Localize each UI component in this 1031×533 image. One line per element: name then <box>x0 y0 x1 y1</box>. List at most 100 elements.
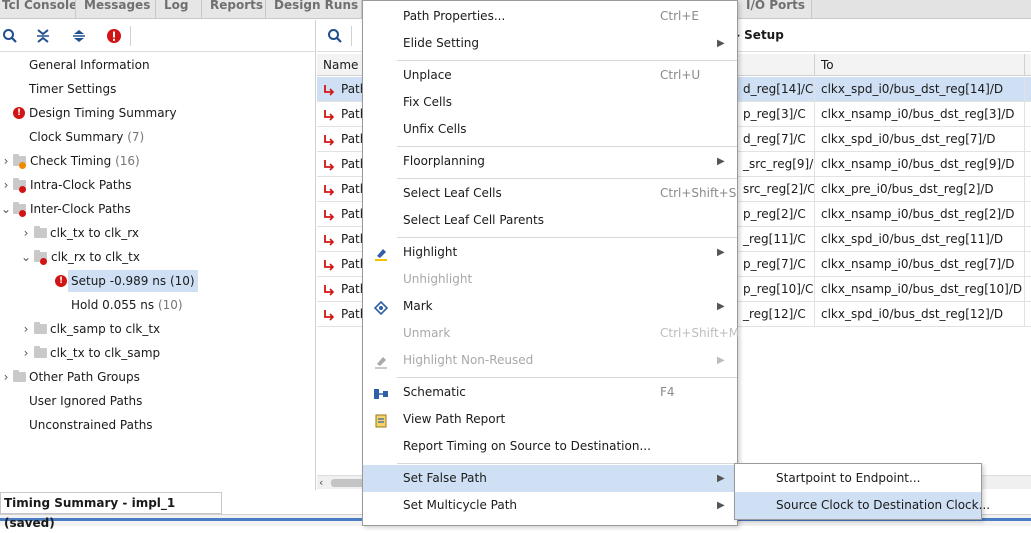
menu-item-elide-setting[interactable]: Elide Setting ▶ <box>363 30 737 57</box>
tab-messages[interactable]: Messages <box>76 0 156 18</box>
tree-item-other-path-groups[interactable]: › Other Path Groups <box>0 366 316 388</box>
expand-all-icon[interactable] <box>69 26 89 46</box>
menu-separator <box>397 237 737 238</box>
tree-item-clock-summary[interactable]: Clock Summary (7) <box>0 126 316 148</box>
menu-item-source-clock-to-destination-clock[interactable]: Source Clock to Destination Clock... <box>735 492 990 519</box>
cell-to: clkx_spd_i0/bus_dst_reg[12]/D <box>815 302 1025 326</box>
tree-item-hold[interactable]: Hold 0.055 ns (10) <box>0 294 316 316</box>
chevron-down-icon[interactable]: ⌄ <box>20 246 32 268</box>
menu-item-view-path-report[interactable]: View Path Report <box>363 406 737 433</box>
timing-path-icon <box>324 235 335 246</box>
cell-name: Path <box>317 177 363 201</box>
menu-separator <box>397 178 737 179</box>
menu-item-unfix-cells[interactable]: Unfix Cells <box>363 116 737 143</box>
menu-item-mark[interactable]: Mark ▶ <box>363 293 737 320</box>
toolbar-divider <box>351 26 352 46</box>
cell-from: d_reg[7]/C <box>737 127 815 151</box>
timing-path-icon <box>324 210 335 221</box>
tree-item-timer-settings[interactable]: Timer Settings <box>0 78 316 100</box>
error-filter-icon[interactable] <box>104 26 124 46</box>
cell-to: clkx_nsamp_i0/bus_dst_reg[3]/D <box>815 102 1025 126</box>
set-false-path-submenu: Startpoint to Endpoint... Source Clock t… <box>734 463 990 520</box>
column-header-to[interactable]: To <box>815 54 1025 76</box>
tab-design-runs[interactable]: Design Runs <box>266 0 362 18</box>
folder-icon <box>34 226 47 238</box>
menu-item-startpoint-to-endpoint[interactable]: Startpoint to Endpoint... <box>735 465 981 492</box>
tree-toolbar <box>0 20 315 52</box>
menu-item-set-false-path[interactable]: Set False Path ▶ <box>363 465 737 492</box>
search-icon[interactable] <box>0 26 20 46</box>
schematic-icon <box>373 385 389 401</box>
menu-item-highlight-non-reused[interactable]: Highlight Non-Reused ▶ <box>363 347 737 374</box>
tree-item-intra-clock-paths[interactable]: › Intra-Clock Paths <box>0 174 316 196</box>
timing-path-icon <box>324 285 335 296</box>
tab-io-ports[interactable]: I/O Ports <box>738 0 812 18</box>
cell-from: p_reg[10]/C <box>737 277 815 301</box>
menu-item-unmark[interactable]: Unmark Ctrl+Shift+M <box>363 320 739 347</box>
menu-item-unplace[interactable]: Unplace Ctrl+U <box>363 62 737 89</box>
menu-item-unhighlight[interactable]: Unhighlight <box>363 266 737 293</box>
menu-item-schematic[interactable]: Schematic F4 <box>363 379 737 406</box>
cell-name: Path <box>317 77 363 101</box>
column-header-from[interactable] <box>737 54 815 76</box>
timing-path-icon <box>324 85 335 96</box>
chevron-right-icon[interactable]: › <box>0 150 12 172</box>
error-dot-icon <box>19 210 26 217</box>
cell-to: clkx_spd_i0/bus_dst_reg[11]/D <box>815 227 1025 251</box>
menu-item-select-leaf-cell-parents[interactable]: Select Leaf Cell Parents <box>363 207 737 234</box>
menu-item-fix-cells[interactable]: Fix Cells <box>363 89 737 116</box>
tree-item-general-information[interactable]: General Information <box>0 54 316 76</box>
tree-item-clk-tx-to-clk-samp[interactable]: › clk_tx to clk_samp <box>0 342 316 364</box>
tree-item-clk-samp-to-clk-tx[interactable]: › clk_samp to clk_tx <box>0 318 316 340</box>
timing-summary-tab[interactable]: Timing Summary - impl_1 (saved) <box>0 492 222 530</box>
chevron-down-icon[interactable]: ⌄ <box>0 198 12 220</box>
chevron-right-icon[interactable]: › <box>20 222 32 244</box>
chevron-right-icon[interactable]: › <box>20 342 32 364</box>
chevron-right-icon[interactable]: › <box>20 318 32 340</box>
tree-item-clk-tx-to-clk-rx[interactable]: › clk_tx to clk_rx <box>0 222 316 244</box>
cell-from: p_reg[7]/C <box>737 252 815 276</box>
tree-item-setup[interactable]: ! Setup -0.989 ns (10) <box>0 270 316 292</box>
cell-from: _src_reg[9]/C <box>737 152 815 176</box>
submenu-arrow-icon: ▶ <box>717 500 725 511</box>
cell-from: _reg[12]/C <box>737 302 815 326</box>
cell-to: clkx_nsamp_i0/bus_dst_reg[7]/D <box>815 252 1025 276</box>
warning-dot-icon <box>19 162 26 169</box>
cell-to: clkx_spd_i0/bus_dst_reg[14]/D <box>815 77 1025 101</box>
tree-item-unconstrained-paths[interactable]: Unconstrained Paths <box>0 414 316 436</box>
error-icon: ! <box>13 107 25 119</box>
cell-to: clkx_nsamp_i0/bus_dst_reg[2]/D <box>815 202 1025 226</box>
timing-path-icon <box>324 310 335 321</box>
cell-name: Path <box>317 202 363 226</box>
menu-item-report-timing[interactable]: Report Timing on Source to Destination..… <box>363 433 737 460</box>
scroll-left-icon[interactable]: ‹ <box>319 476 323 490</box>
chevron-right-icon[interactable]: › <box>0 174 12 196</box>
tree-item-user-ignored-paths[interactable]: User Ignored Paths <box>0 390 316 412</box>
menu-item-set-multicycle-path[interactable]: Set Multicycle Path ▶ <box>363 492 737 519</box>
cell-from: d_reg[14]/C <box>737 77 815 101</box>
mark-icon <box>373 299 389 316</box>
cell-to: clkx_nsamp_i0/bus_dst_reg[10]/D <box>815 277 1025 301</box>
tree-item-inter-clock-paths[interactable]: ⌄ Inter-Clock Paths <box>0 198 316 220</box>
error-dot-icon <box>19 186 26 193</box>
tree-item-check-timing[interactable]: › Check Timing (16) <box>0 150 316 172</box>
tab-tcl-console[interactable]: Tcl Console <box>0 0 76 18</box>
tab-reports[interactable]: Reports <box>202 0 266 18</box>
folder-icon <box>13 370 26 382</box>
menu-item-select-leaf-cells[interactable]: Select Leaf Cells Ctrl+Shift+S <box>363 180 737 207</box>
menu-item-path-properties[interactable]: Path Properties... Ctrl+E <box>363 3 737 30</box>
cell-name: Path <box>317 227 363 251</box>
menu-separator <box>397 377 737 378</box>
search-icon[interactable] <box>325 26 345 46</box>
collapse-all-icon[interactable] <box>33 26 53 46</box>
column-header-name[interactable]: Name <box>317 54 363 76</box>
tab-log[interactable]: Log <box>156 0 202 18</box>
menu-item-floorplanning[interactable]: Floorplanning ▶ <box>363 148 737 175</box>
tree-item-clk-rx-to-clk-tx[interactable]: ⌄ clk_rx to clk_tx <box>0 246 316 268</box>
table-title: - Setup <box>735 28 784 42</box>
menu-item-highlight[interactable]: Highlight ▶ <box>363 239 737 266</box>
timing-tree-panel: General Information Timer Settings ! Des… <box>0 20 316 490</box>
cell-name: Path <box>317 252 363 276</box>
chevron-right-icon[interactable]: › <box>0 366 12 388</box>
tree-item-design-timing-summary[interactable]: ! Design Timing Summary <box>0 102 316 124</box>
